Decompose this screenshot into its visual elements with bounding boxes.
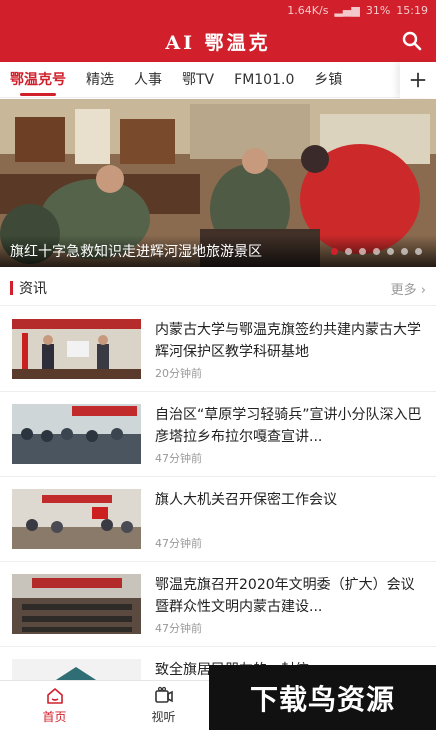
news-title: 自治区“草原学习轻骑兵”宣讲小分队深入巴彦塔拉乡布拉尔嘎查宣讲... <box>155 407 422 445</box>
channel-tab-featured[interactable]: 精选 <box>86 62 114 98</box>
banner-carousel[interactable]: 旗红十字急救知识走进辉河湿地旅游景区 <box>0 99 436 267</box>
news-thumbnail <box>12 574 141 634</box>
news-title: 旗人大机关召开保密工作会议 <box>155 492 337 508</box>
watermark-text: 下载鸟资源 <box>249 682 395 716</box>
tab-label: 视听 <box>151 710 176 724</box>
news-item[interactable]: 旗人大机关召开保密工作会议 47分钟前 <box>0 477 436 562</box>
tab-label: 首页 <box>42 710 67 724</box>
section-title: 资讯 <box>19 280 47 297</box>
carousel-dot[interactable] <box>401 248 408 255</box>
tab-video[interactable]: 视听 <box>109 681 218 730</box>
news-title: 鄂温克旗召开2020年文明委（扩大）会议暨群众性文明内蒙古建设... <box>155 577 415 615</box>
search-icon[interactable] <box>400 29 424 53</box>
app-header: AI 鄂温克 <box>0 20 436 62</box>
carousel-indicators <box>331 248 422 255</box>
carousel-dot[interactable] <box>373 248 380 255</box>
chevron-right-icon: › <box>420 283 426 298</box>
status-bar: 1.64K/s ▂▄▆ 31% 15:19 <box>0 0 436 20</box>
channel-tab-ewenke[interactable]: 鄂温克号 <box>10 62 66 98</box>
more-label: 更多 <box>390 283 417 298</box>
watermark-logo: 下载鸟资源 <box>209 665 436 730</box>
news-time: 47分钟前 <box>155 452 202 465</box>
channel-tab-fm[interactable]: FM101.0 <box>234 62 294 98</box>
news-item[interactable]: 鄂温克旗召开2020年文明委（扩大）会议暨群众性文明内蒙古建设... 47分钟前 <box>0 562 436 647</box>
news-title: 内蒙古大学与鄂温克旗签约共建内蒙古大学辉河保护区教学科研基地 <box>155 322 421 360</box>
carousel-dot[interactable] <box>387 248 394 255</box>
more-link[interactable]: 更多 › <box>391 279 426 298</box>
news-time: 47分钟前 <box>155 537 202 550</box>
battery-level: 31% <box>365 3 391 17</box>
signal-icon: ▂▄▆ <box>334 3 360 17</box>
channel-tab-personnel[interactable]: 人事 <box>134 62 162 98</box>
news-thumbnail <box>12 319 141 379</box>
channel-bar: 鄂温克号 精选 人事 鄂TV FM101.0 乡镇 <box>0 62 436 98</box>
banner-caption[interactable]: 旗红十字急救知识走进辉河湿地旅游景区 <box>10 241 300 261</box>
channel-tab-towns[interactable]: 乡镇 <box>314 62 342 98</box>
carousel-dot[interactable] <box>359 248 366 255</box>
tab-home[interactable]: 首页 <box>0 681 109 730</box>
video-icon <box>154 686 173 703</box>
section-marker <box>10 280 13 295</box>
news-item[interactable]: 自治区“草原学习轻骑兵”宣讲小分队深入巴彦塔拉乡布拉尔嘎查宣讲... 47分钟前 <box>0 392 436 477</box>
carousel-dot[interactable] <box>345 248 352 255</box>
news-time: 20分钟前 <box>155 367 202 380</box>
app-title: AI 鄂温克 <box>165 31 271 54</box>
news-section-header: 资讯 更多 › <box>0 270 436 306</box>
channel-tab-etv[interactable]: 鄂TV <box>182 62 214 98</box>
plus-icon[interactable] <box>400 62 436 98</box>
home-icon <box>46 688 63 704</box>
news-item[interactable]: 内蒙古大学与鄂温克旗签约共建内蒙古大学辉河保护区教学科研基地 20分钟前 <box>0 307 436 392</box>
news-thumbnail <box>12 489 141 549</box>
network-speed: 1.64K/s <box>287 3 329 17</box>
carousel-dot[interactable] <box>415 248 422 255</box>
carousel-dot[interactable] <box>331 248 338 255</box>
clock: 15:19 <box>396 3 428 17</box>
news-time: 47分钟前 <box>155 622 202 635</box>
news-thumbnail <box>12 404 141 464</box>
